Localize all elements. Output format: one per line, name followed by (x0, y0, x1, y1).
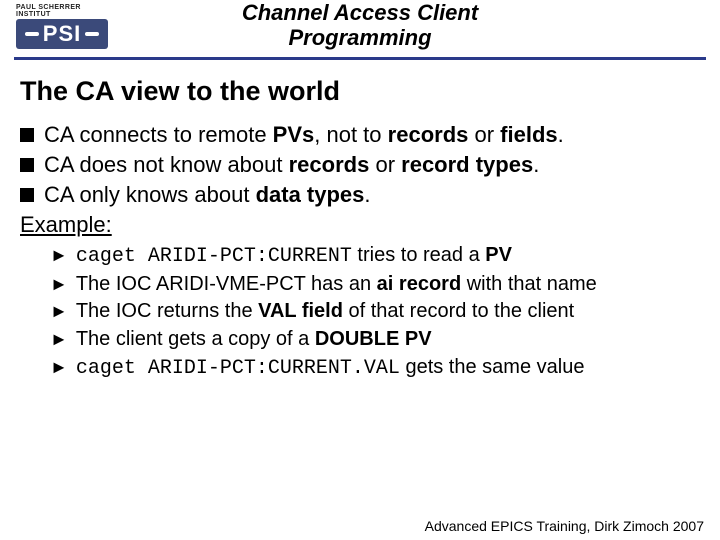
slide-title: Channel Access Client Programming (0, 0, 720, 57)
triangle-bullet-icon: ► (50, 272, 68, 298)
bullet-level1: CA only knows about data types. (20, 181, 700, 209)
bullet-text: The IOC ARIDI-VME-PCT has an ai record w… (76, 272, 700, 298)
section-title: The CA view to the world (20, 76, 700, 107)
triangle-bullet-icon: ► (50, 327, 68, 353)
logo-text: PSI (43, 21, 81, 47)
bullet-text: CA connects to remote PVs, not to record… (44, 121, 700, 149)
bullet-level2: ► The IOC ARIDI-VME-PCT has an ai record… (50, 272, 700, 298)
slide-header: PAUL SCHERRER INSTITUT PSI Channel Acces… (0, 0, 720, 60)
slide-content: The CA view to the world CA connects to … (0, 60, 720, 382)
bullet-text: caget ARIDI-PCT:CURRENT.VAL gets the sam… (76, 355, 700, 382)
logo-institute-text: PAUL SCHERRER INSTITUT (16, 4, 108, 18)
bullet-text: CA does not know about records or record… (44, 151, 700, 179)
triangle-bullet-icon: ► (50, 355, 68, 382)
bullet-level1: CA connects to remote PVs, not to record… (20, 121, 700, 149)
square-bullet-icon (20, 128, 34, 142)
bullet-level2: ► caget ARIDI-PCT:CURRENT tries to read … (50, 243, 700, 270)
header-divider (14, 57, 706, 60)
logo-dash-right (85, 32, 99, 36)
bullet-text: CA only knows about data types. (44, 181, 700, 209)
bullet-text: The IOC returns the VAL field of that re… (76, 299, 700, 325)
bullet-level2: ► The client gets a copy of a DOUBLE PV (50, 327, 700, 353)
slide-footer: Advanced EPICS Training, Dirk Zimoch 200… (425, 518, 704, 534)
logo-dash-left (25, 32, 39, 36)
slide-title-line2: Programming (80, 25, 640, 50)
bullet-text: The client gets a copy of a DOUBLE PV (76, 327, 700, 353)
bullet-level2: ► The IOC returns the VAL field of that … (50, 299, 700, 325)
bullet-level1: CA does not know about records or record… (20, 151, 700, 179)
slide-title-line1: Channel Access Client (80, 0, 640, 25)
sub-bullet-group: ► caget ARIDI-PCT:CURRENT tries to read … (20, 243, 700, 381)
psi-logo: PAUL SCHERRER INSTITUT PSI (16, 4, 108, 49)
triangle-bullet-icon: ► (50, 299, 68, 325)
example-label: Example: (20, 211, 700, 239)
square-bullet-icon (20, 158, 34, 172)
bullet-text: caget ARIDI-PCT:CURRENT tries to read a … (76, 243, 700, 270)
square-bullet-icon (20, 188, 34, 202)
triangle-bullet-icon: ► (50, 243, 68, 270)
logo-box: PSI (16, 19, 108, 49)
bullet-level2: ► caget ARIDI-PCT:CURRENT.VAL gets the s… (50, 355, 700, 382)
